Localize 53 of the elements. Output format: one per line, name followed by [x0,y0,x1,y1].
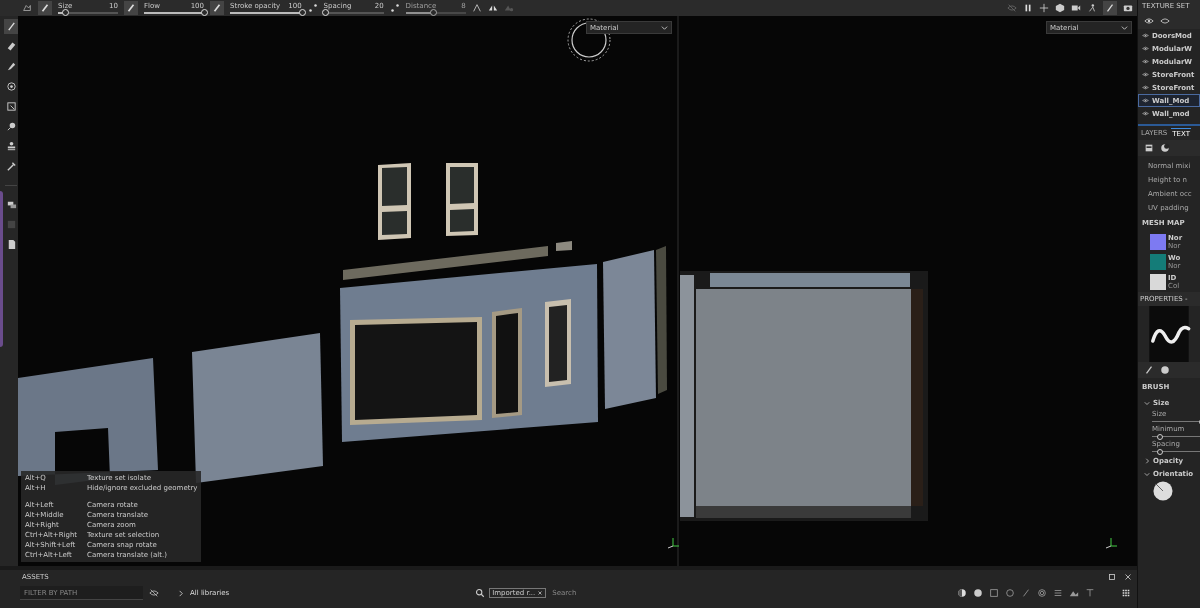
dots-icon[interactable] [389,3,400,13]
eye-icon[interactable] [1142,71,1149,78]
maximize-icon[interactable] [1107,572,1117,582]
eye-icon[interactable] [1160,16,1170,26]
mirror-icon[interactable] [487,3,498,13]
caret-icon[interactable] [1144,400,1150,406]
brush-icon[interactable] [1103,1,1117,15]
eye-icon[interactable] [1142,110,1149,117]
lines-icon[interactable] [1053,588,1063,598]
pause-icon[interactable] [1023,3,1033,13]
search-icon [475,588,486,598]
eye-icon[interactable] [1142,97,1149,104]
caret-icon[interactable] [1144,458,1150,464]
caret-icon[interactable] [1144,471,1150,477]
moon-icon[interactable] [1160,143,1170,153]
sphere-icon[interactable] [1160,365,1170,375]
axis-gizmo-icon [666,536,680,550]
camera-icon[interactable] [1123,3,1133,13]
grid-icon[interactable] [1121,588,1131,598]
brush-icon[interactable] [210,1,224,15]
eye-icon[interactable] [1142,58,1149,65]
eye-icon[interactable] [1144,16,1154,26]
map-swatch[interactable] [1150,234,1166,250]
video-camera-icon[interactable] [1071,3,1081,13]
target-icon[interactable] [1037,588,1047,598]
close-icon[interactable] [537,590,544,596]
chevron-down-icon [1121,24,1128,31]
brush-icon[interactable] [1144,365,1154,375]
orientation-dial[interactable] [1152,480,1174,502]
cube-icon[interactable] [1055,3,1065,13]
brush-icon[interactable] [38,1,52,15]
axis-gizmo-icon [1104,536,1118,550]
bake-icon[interactable] [1144,143,1154,153]
map-swatch[interactable] [1150,254,1166,270]
chevron-down-icon [661,24,668,31]
hidden-icon[interactable] [149,588,159,598]
text-icon[interactable] [1085,588,1095,598]
axes-icon[interactable] [1039,3,1049,13]
square-icon[interactable] [989,588,999,598]
eye-icon[interactable] [1142,45,1149,52]
brush-icon[interactable] [3,19,19,34]
sphere-icon[interactable] [957,588,967,598]
figure-icon[interactable] [1087,3,1097,13]
chevron-right-icon[interactable] [177,589,184,597]
eye-icon[interactable] [1142,32,1149,39]
dots-icon[interactable] [307,3,318,13]
close-icon[interactable] [1123,572,1133,582]
3d-viewport[interactable] [18,16,677,566]
brush-icon[interactable] [124,1,138,15]
eye-icon[interactable] [1142,84,1149,91]
symmetry-icon[interactable] [471,3,482,13]
map-swatch[interactable] [1150,274,1166,290]
material-ball-icon[interactable] [973,588,983,598]
